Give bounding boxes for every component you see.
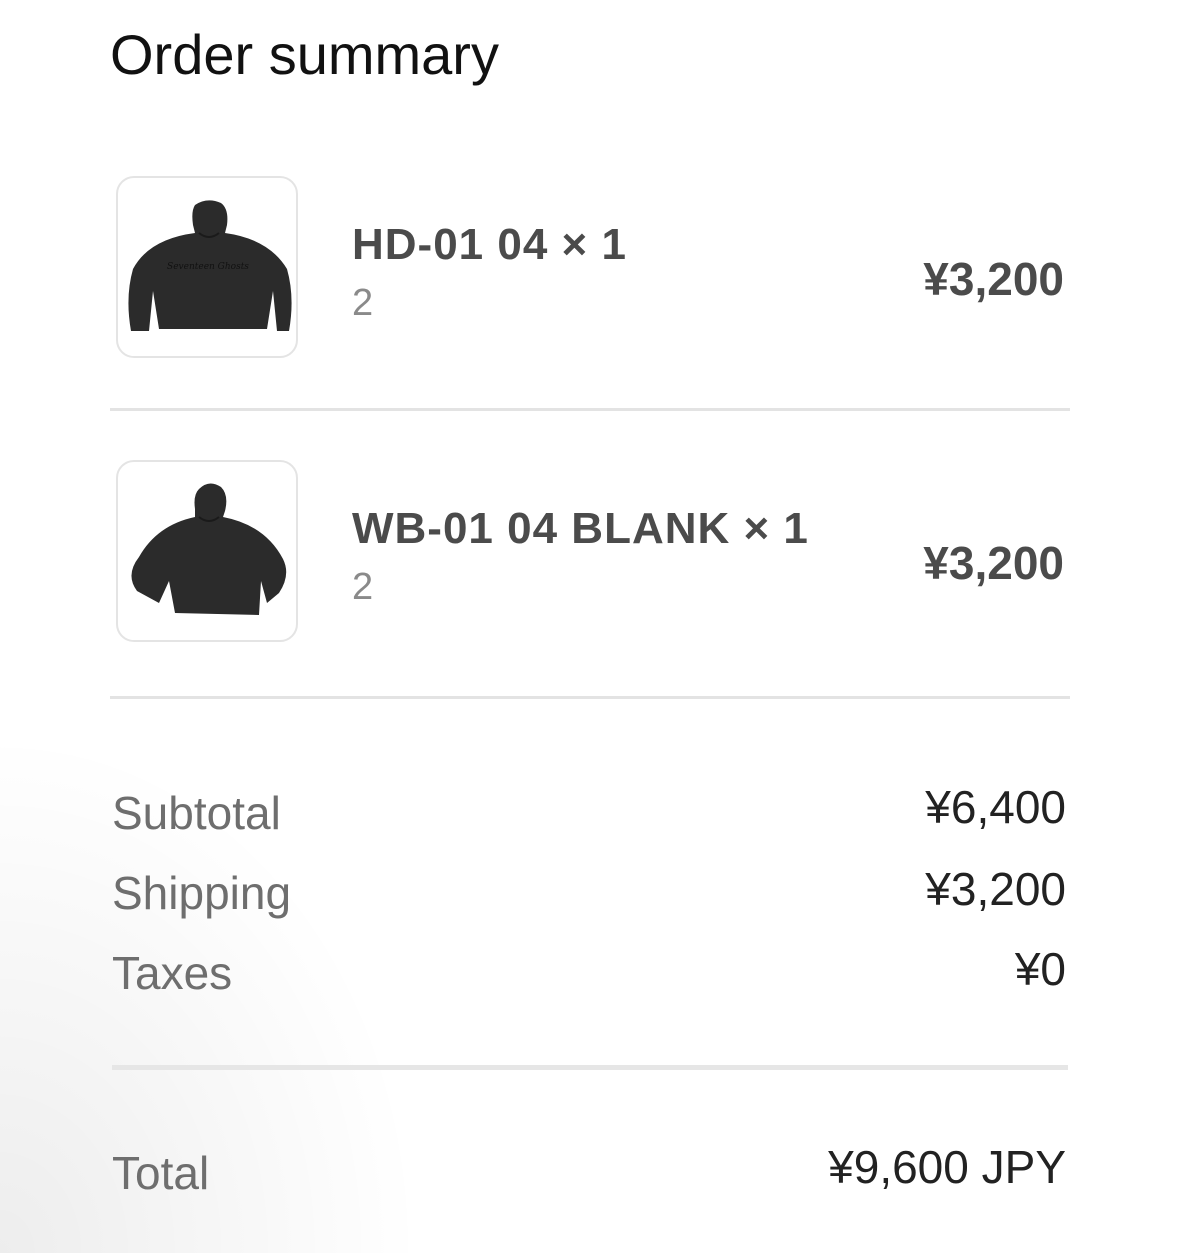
shipping-row: Shipping ¥3,200 xyxy=(112,862,1066,922)
product-thumbnail xyxy=(116,460,298,642)
product-thumbnail: Seventeen Ghosts xyxy=(116,176,298,358)
subtotal-label: Subtotal xyxy=(112,787,281,839)
divider xyxy=(112,1065,1068,1070)
divider xyxy=(110,408,1070,411)
item-price: ¥3,200 xyxy=(923,253,1064,305)
shipping-value: ¥3,200 xyxy=(925,863,1066,915)
shipping-label: Shipping xyxy=(112,867,292,919)
subtotal-value: ¥6,400 xyxy=(925,781,1066,833)
total-value: ¥9,600 JPY xyxy=(828,1141,1066,1193)
taxes-value: ¥0 xyxy=(1014,943,1066,995)
item-variant: 2 xyxy=(352,282,374,324)
item-name: WB-01 04 BLANK × 1 xyxy=(352,504,809,553)
item-variant: 2 xyxy=(352,566,374,608)
line-item: Seventeen Ghosts HD-01 04 × 1 2 ¥3,200 xyxy=(110,170,1070,370)
total-row: Total ¥9,600 JPY xyxy=(112,1140,1066,1200)
hoodie-blank-icon xyxy=(131,483,287,615)
total-label: Total xyxy=(112,1147,210,1199)
order-summary-title: Order summary xyxy=(110,23,499,86)
line-item: WB-01 04 BLANK × 1 2 ¥3,200 xyxy=(110,454,1070,654)
item-price: ¥3,200 xyxy=(923,537,1064,589)
subtotal-row: Subtotal ¥6,400 xyxy=(112,780,1066,840)
hoodie-printed-icon: Seventeen Ghosts xyxy=(128,200,292,331)
item-name: HD-01 04 × 1 xyxy=(352,220,627,269)
taxes-label: Taxes xyxy=(112,947,233,999)
hoodie-print-text: Seventeen Ghosts xyxy=(167,262,249,272)
taxes-row: Taxes ¥0 xyxy=(112,942,1066,1002)
divider xyxy=(110,696,1070,699)
